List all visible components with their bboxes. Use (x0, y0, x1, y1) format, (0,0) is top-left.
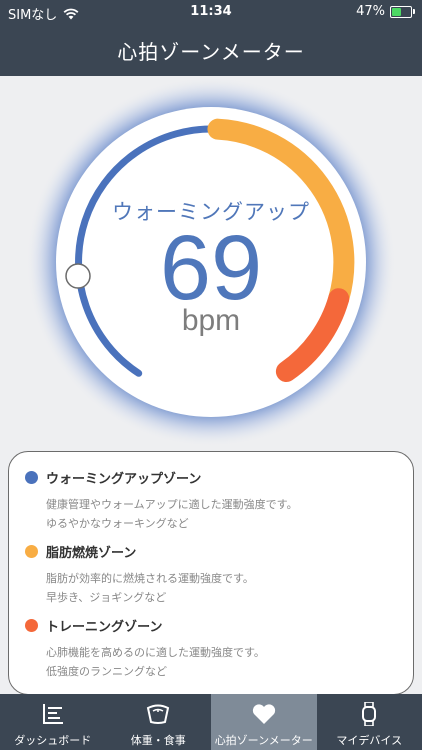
zone-desc-line: 早歩き、ジョギングなど (46, 591, 167, 604)
battery-info: 47% (356, 4, 415, 19)
scale-icon (147, 704, 170, 724)
tab-heart-zone-meter[interactable]: 心拍ゾーンメーター (211, 694, 317, 750)
dashboard-icon (42, 704, 63, 724)
zone-name: トレーニングゾーン (46, 620, 163, 635)
status-bar: SIMなし 11:34 47% (0, 0, 422, 24)
heart-rate-gauge: ウォーミングアップ 69 bpm (0, 76, 422, 446)
battery-level (392, 7, 402, 16)
zone-name: ウォーミングアップゾーン (46, 472, 202, 487)
tab-my-device[interactable]: マイデバイス (317, 694, 422, 750)
zone-desc-line: ゆるやかなウォーキングなど (46, 517, 189, 530)
battery-percent: 47% (356, 4, 385, 19)
zone-color-dot (25, 545, 38, 558)
zone-desc-line: 心肺機能を高めるのに適した運動強度です。 (46, 646, 265, 659)
zone-item-warmup: ウォーミングアップゾーン 健康管理やウォームアップに適した運動強度です。 ゆるや… (25, 468, 298, 533)
zone-item-training: トレーニングゾーン 心肺機能を高めるのに適した運動強度です。 低強度のランニング… (25, 616, 265, 681)
tab-weight-meals[interactable]: 体重・食事 (106, 694, 212, 750)
tab-dashboard[interactable]: ダッシュボード (0, 694, 106, 750)
zone-description: 心肺機能を高めるのに適した運動強度です。 低強度のランニングなど (46, 643, 265, 681)
tab-label: ダッシュボード (14, 734, 92, 747)
zone-description: 脂肪が効率的に燃焼される運動強度です。 早歩き、ジョギングなど (46, 569, 254, 607)
tab-label: 体重・食事 (130, 734, 186, 747)
zone-desc-line: 健康管理やウォームアップに適した運動強度です。 (46, 498, 298, 511)
zone-desc-line: 低強度のランニングなど (46, 665, 167, 678)
zone-item-fatburn: 脂肪燃焼ゾーン 脂肪が効率的に燃焼される運動強度です。 早歩き、ジョギングなど (25, 542, 254, 607)
heart-rate-unit: bpm (181, 304, 241, 337)
page-title: 心拍ゾーンメーター (117, 40, 305, 64)
tab-label: マイデバイス (336, 734, 403, 747)
watch-icon (362, 702, 377, 726)
zone-name: 脂肪燃焼ゾーン (46, 546, 137, 561)
zone-color-dot (25, 619, 38, 632)
battery-icon (390, 5, 415, 18)
heart-icon (252, 704, 275, 724)
zone-color-dot (25, 471, 38, 484)
zone-legend-card: ウォーミングアップゾーン 健康管理やウォームアップに適した運動強度です。 ゆるや… (8, 451, 414, 695)
tab-label: 心拍ゾーンメーター (214, 734, 313, 747)
nav-bar: 心拍ゾーンメーター (0, 24, 422, 76)
tab-bar: ダッシュボード 体重・食事 心拍ゾーンメーター マイデバイス (0, 694, 422, 750)
zone-desc-line: 脂肪が効率的に燃焼される運動強度です。 (46, 572, 254, 585)
zone-description: 健康管理やウォームアップに適した運動強度です。 ゆるやかなウォーキングなど (46, 495, 298, 533)
